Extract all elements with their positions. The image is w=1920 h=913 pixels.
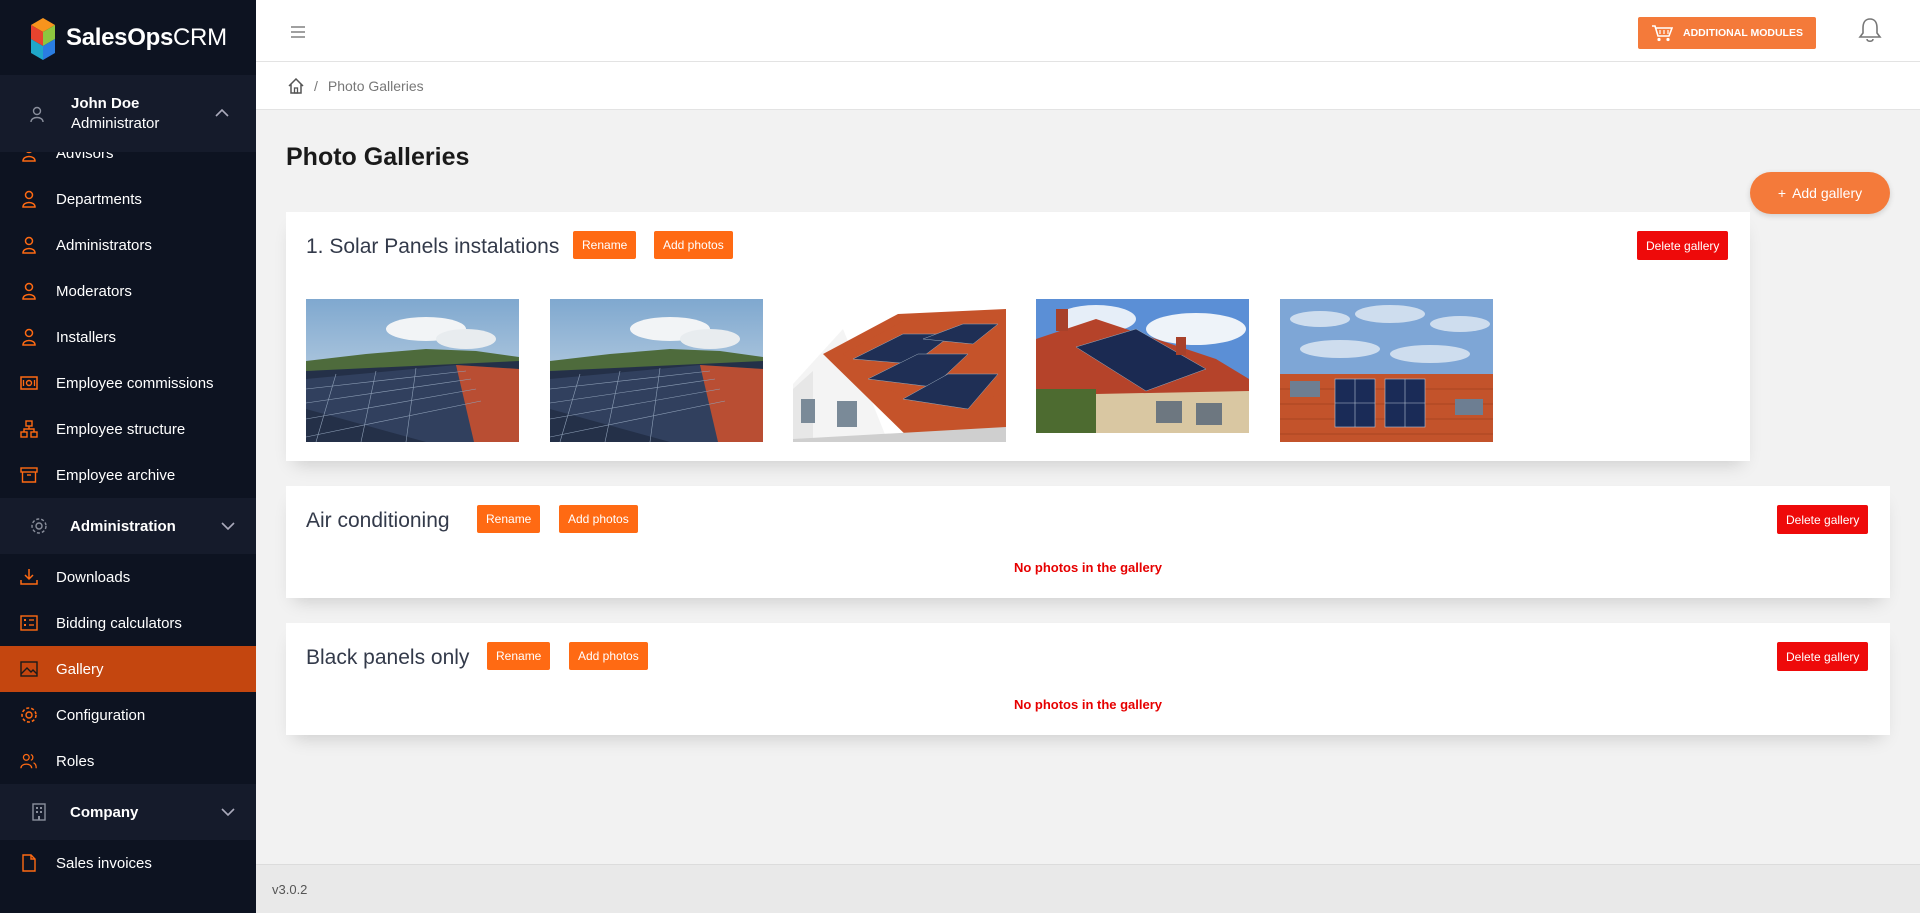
file-icon xyxy=(20,854,38,872)
sidebar-item-label: Installers xyxy=(56,328,117,346)
users-icon xyxy=(20,752,38,770)
bell-icon[interactable] xyxy=(1858,17,1882,43)
empty-gallery-message: No photos in the gallery xyxy=(1013,560,1163,575)
page-title: Photo Galleries xyxy=(286,143,470,171)
user-role: Administrator xyxy=(71,115,160,132)
building-icon xyxy=(32,803,46,821)
gallery-photo[interactable] xyxy=(306,299,519,442)
breadcrumb-separator: / xyxy=(314,77,318,94)
sidebar-item-label: Employee archive xyxy=(56,466,176,484)
image-icon xyxy=(20,660,38,678)
gallery-photo[interactable] xyxy=(1280,299,1493,442)
add-photos-button[interactable]: Add photos xyxy=(559,505,638,533)
gallery-title: Black panels only xyxy=(306,646,470,669)
delete-gallery-button[interactable]: Delete gallery xyxy=(1637,231,1729,260)
user-name: John Doe xyxy=(71,95,140,112)
sidebar-item-label: Employee structure xyxy=(56,420,186,438)
brand[interactable]: SalesOpsCRM xyxy=(0,0,256,75)
sidebar-item-configuration[interactable]: Configuration xyxy=(0,692,256,738)
rename-button[interactable]: Rename xyxy=(487,642,551,670)
sidebar-item-sales-invoices[interactable]: Sales invoices xyxy=(0,840,256,886)
topbar: ADDITIONAL MODULES xyxy=(256,0,1920,62)
gallery-photo[interactable] xyxy=(550,299,763,442)
user-panel[interactable]: John Doe Administrator xyxy=(0,75,256,152)
user-icon xyxy=(30,106,44,123)
sidebar: SalesOpsCRM John Doe Administrator Advis… xyxy=(0,0,256,913)
sidebar-item-bidding-calculators[interactable]: Bidding calculators xyxy=(0,600,256,646)
chevron-up-icon[interactable] xyxy=(214,106,230,118)
sidebar-item-label: Administrators xyxy=(56,236,152,254)
section-label: Administration xyxy=(70,517,176,535)
gallery-card: Air conditioning Rename Add photos Delet… xyxy=(286,486,1890,598)
sidebar-item-installers[interactable]: Installers xyxy=(0,314,256,360)
sidebar-item-label: Advisors xyxy=(56,152,114,162)
sidebar-item-label: Configuration xyxy=(56,706,146,724)
sidebar-item-label: Sales invoices xyxy=(56,854,152,872)
gallery-title: 1. Solar Panels instalations xyxy=(306,235,560,258)
section-label: Company xyxy=(70,803,139,821)
sidebar-item-advisors[interactable]: Advisors xyxy=(0,152,256,176)
sidebar-item-label: Gallery xyxy=(56,660,104,678)
user-icon xyxy=(20,152,38,162)
empty-gallery-message: No photos in the gallery xyxy=(1013,697,1163,712)
sidebar-item-employee-commissions[interactable]: Employee commissions xyxy=(0,360,256,406)
sidebar-item-gallery[interactable]: Gallery xyxy=(0,646,256,692)
sidebar-item-departments[interactable]: Departments xyxy=(0,176,256,222)
sidebar-item-roles[interactable]: Roles xyxy=(0,738,256,784)
gear-icon xyxy=(31,518,47,534)
sidebar-item-administrators[interactable]: Administrators xyxy=(0,222,256,268)
home-icon[interactable] xyxy=(288,77,304,94)
additional-modules-button[interactable]: ADDITIONAL MODULES xyxy=(1638,17,1816,49)
gallery-photo[interactable] xyxy=(793,299,1006,442)
sidebar-item-label: Departments xyxy=(56,190,142,208)
brand-name: SalesOpsCRM xyxy=(66,23,227,51)
sidebar-nav: Advisors Departments Administrators Mode… xyxy=(0,152,256,886)
logo-icon xyxy=(31,17,55,60)
add-gallery-button[interactable]: + Add gallery xyxy=(1750,172,1890,214)
sidebar-item-label: Roles xyxy=(56,752,95,770)
sidebar-item-label: Downloads xyxy=(56,568,131,586)
chevron-down-icon xyxy=(221,808,235,817)
rename-button[interactable]: Rename xyxy=(477,505,541,533)
chevron-down-icon xyxy=(221,522,235,531)
footer: v3.0.2 xyxy=(256,864,1920,913)
money-icon xyxy=(20,374,38,392)
section-administration[interactable]: Administration xyxy=(0,498,256,554)
menu-icon[interactable] xyxy=(290,25,306,39)
sidebar-item-label: Moderators xyxy=(56,282,132,300)
add-photos-button[interactable]: Add photos xyxy=(654,231,733,259)
add-photos-button[interactable]: Add photos xyxy=(569,642,648,670)
delete-gallery-button[interactable]: Delete gallery xyxy=(1777,642,1869,671)
gallery-card: Black panels only Rename Add photos Dele… xyxy=(286,623,1890,735)
additional-modules-label: ADDITIONAL MODULES xyxy=(1683,27,1803,39)
breadcrumb-current: Photo Galleries xyxy=(327,77,424,94)
user-icon xyxy=(20,190,38,208)
sidebar-item-moderators[interactable]: Moderators xyxy=(0,268,256,314)
sidebar-item-label: Bidding calculators xyxy=(56,614,182,632)
section-company[interactable]: Company xyxy=(0,784,256,840)
user-icon xyxy=(20,328,38,346)
sidebar-item-downloads[interactable]: Downloads xyxy=(0,554,256,600)
sidebar-item-label: Employee commissions xyxy=(56,374,214,392)
sidebar-item-employee-archive[interactable]: Employee archive xyxy=(0,452,256,498)
gallery-title: Air conditioning xyxy=(306,509,450,532)
version-label: v3.0.2 xyxy=(272,881,308,897)
rename-button[interactable]: Rename xyxy=(573,231,637,259)
sidebar-item-employee-structure[interactable]: Employee structure xyxy=(0,406,256,452)
calculator-icon xyxy=(20,614,38,632)
delete-gallery-button[interactable]: Delete gallery xyxy=(1777,505,1869,534)
plus-icon: + xyxy=(1777,185,1787,201)
structure-icon xyxy=(20,420,38,438)
user-icon xyxy=(20,282,38,300)
breadcrumb: / Photo Galleries xyxy=(256,62,1920,110)
gallery-photo[interactable] xyxy=(1036,299,1249,433)
cart-icon xyxy=(1652,25,1673,42)
gear-icon xyxy=(20,706,38,724)
archive-icon xyxy=(20,466,38,484)
download-icon xyxy=(20,568,38,586)
gallery-card: 1. Solar Panels instalations Rename Add … xyxy=(286,212,1750,461)
add-gallery-label: Add gallery xyxy=(1792,185,1863,201)
user-icon xyxy=(20,236,38,254)
